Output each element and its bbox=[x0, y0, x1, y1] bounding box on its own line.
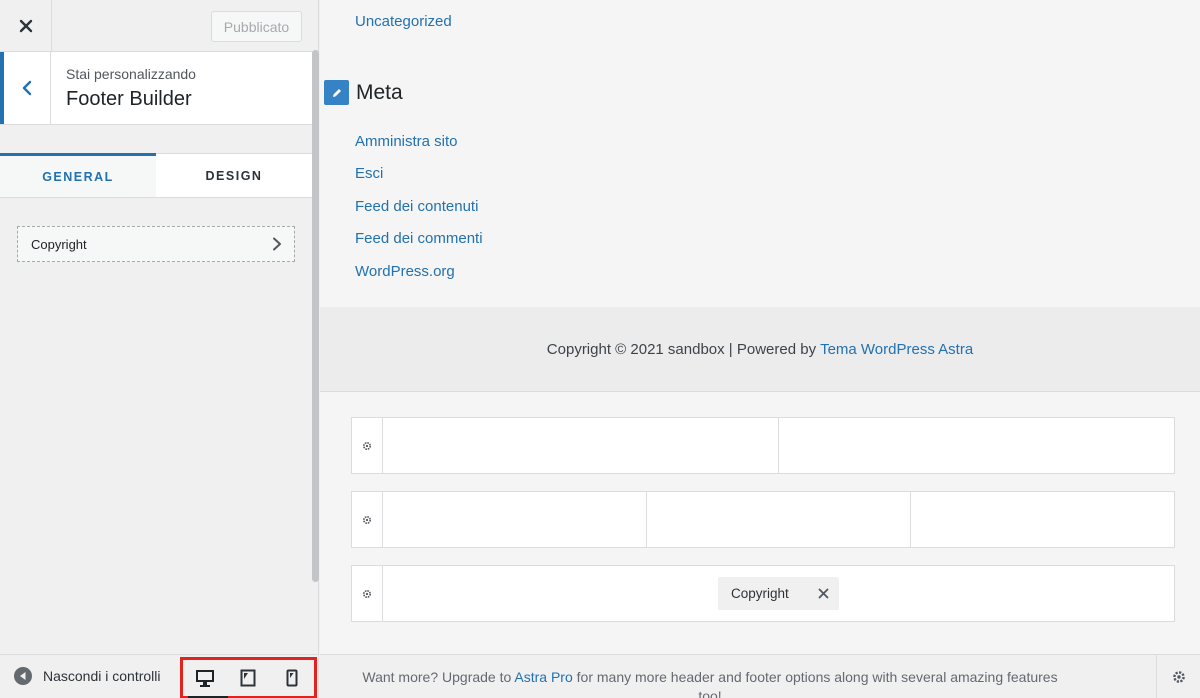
pencil-icon bbox=[332, 88, 341, 97]
meta-link-logout[interactable]: Esci bbox=[355, 165, 383, 182]
gear-icon bbox=[362, 441, 372, 450]
edit-widget-shortcut[interactable] bbox=[324, 80, 349, 105]
builder-row-below: Copyright bbox=[351, 565, 1175, 622]
site-preview: Uncategorized Meta Amministra sito Esci … bbox=[320, 0, 1200, 654]
gear-icon bbox=[362, 515, 372, 524]
row-column[interactable] bbox=[647, 492, 911, 547]
device-preview-switcher bbox=[180, 657, 317, 698]
row-column[interactable] bbox=[911, 492, 1174, 547]
gear-icon bbox=[1172, 671, 1185, 683]
meta-link-comments-feed[interactable]: Feed dei commenti bbox=[355, 230, 483, 247]
builder-row-primary bbox=[351, 491, 1175, 548]
row-settings-button[interactable] bbox=[352, 418, 383, 473]
device-tablet-button[interactable] bbox=[231, 662, 265, 694]
row-column[interactable] bbox=[779, 418, 1174, 473]
sidebar-scrollbar[interactable] bbox=[312, 50, 319, 582]
customizer-topbar: Pubblicato bbox=[0, 0, 318, 52]
site-footer-copyright: Copyright © 2021 sandbox | Powered by Te… bbox=[320, 307, 1200, 392]
tab-general[interactable]: GENERAL bbox=[0, 153, 156, 197]
footer-theme-link[interactable]: Tema WordPress Astra bbox=[820, 341, 973, 358]
row-column[interactable] bbox=[383, 492, 647, 547]
upgrade-promo-bar: Want more? Upgrade to Astra Pro for many… bbox=[320, 654, 1200, 698]
publish-button[interactable]: Pubblicato bbox=[211, 11, 302, 42]
tab-design[interactable]: DESIGN bbox=[156, 154, 312, 197]
row-settings-button[interactable] bbox=[352, 566, 383, 621]
back-button[interactable] bbox=[0, 52, 51, 124]
chevron-right-icon bbox=[273, 237, 281, 251]
desktop-icon bbox=[195, 670, 214, 687]
meta-title: Meta bbox=[356, 80, 403, 104]
mobile-icon bbox=[286, 669, 298, 687]
gear-icon bbox=[362, 589, 372, 598]
section-title: Footer Builder bbox=[66, 88, 192, 110]
panel-tabs: GENERAL DESIGN bbox=[0, 153, 312, 198]
hide-controls-button[interactable]: Nascondi i controlli bbox=[14, 667, 161, 685]
meta-link-entries-feed[interactable]: Feed dei contenuti bbox=[355, 198, 478, 215]
astra-pro-link[interactable]: Astra Pro bbox=[514, 669, 572, 685]
footer-copyright-text: Copyright © 2021 sandbox | Powered by bbox=[546, 340, 817, 358]
upgrade-promo-text: Want more? Upgrade to Astra Pro for many… bbox=[360, 668, 1060, 698]
device-mobile-button[interactable] bbox=[275, 662, 309, 694]
customizer-sidebar: Pubblicato Stai personalizzando Footer B… bbox=[0, 0, 319, 698]
builder-row-above bbox=[351, 417, 1175, 474]
meta-widget-heading: Meta bbox=[324, 80, 403, 105]
section-header: Stai personalizzando Footer Builder bbox=[0, 52, 312, 125]
close-customizer-button[interactable] bbox=[0, 0, 52, 51]
row-settings-button[interactable] bbox=[352, 492, 383, 547]
close-icon bbox=[19, 19, 32, 32]
copyright-control[interactable]: Copyright bbox=[17, 226, 295, 262]
circle-arrow-left-icon bbox=[14, 667, 32, 685]
promo-text-before: Want more? Upgrade to bbox=[362, 669, 512, 685]
hide-controls-label: Nascondi i controlli bbox=[43, 668, 161, 684]
copyright-control-label: Copyright bbox=[31, 236, 87, 252]
meta-link-admin[interactable]: Amministra sito bbox=[355, 133, 458, 150]
category-link[interactable]: Uncategorized bbox=[355, 13, 452, 30]
row-column[interactable] bbox=[383, 418, 779, 473]
x-icon[interactable] bbox=[818, 588, 829, 599]
promo-text-after: for many more header and footer options … bbox=[576, 669, 1058, 698]
row-column[interactable]: Copyright bbox=[383, 566, 1174, 621]
chevron-left-icon bbox=[22, 80, 32, 96]
device-desktop-button[interactable] bbox=[187, 662, 228, 698]
section-subtitle: Stai personalizzando bbox=[66, 66, 196, 82]
sidebar-footer: Nascondi i controlli bbox=[0, 654, 318, 698]
builder-settings-button[interactable] bbox=[1156, 655, 1200, 698]
copyright-builder-chip[interactable]: Copyright bbox=[718, 577, 839, 610]
tablet-icon bbox=[240, 669, 256, 687]
meta-link-wordpress-org[interactable]: WordPress.org bbox=[355, 263, 455, 280]
copyright-chip-label: Copyright bbox=[731, 586, 789, 601]
